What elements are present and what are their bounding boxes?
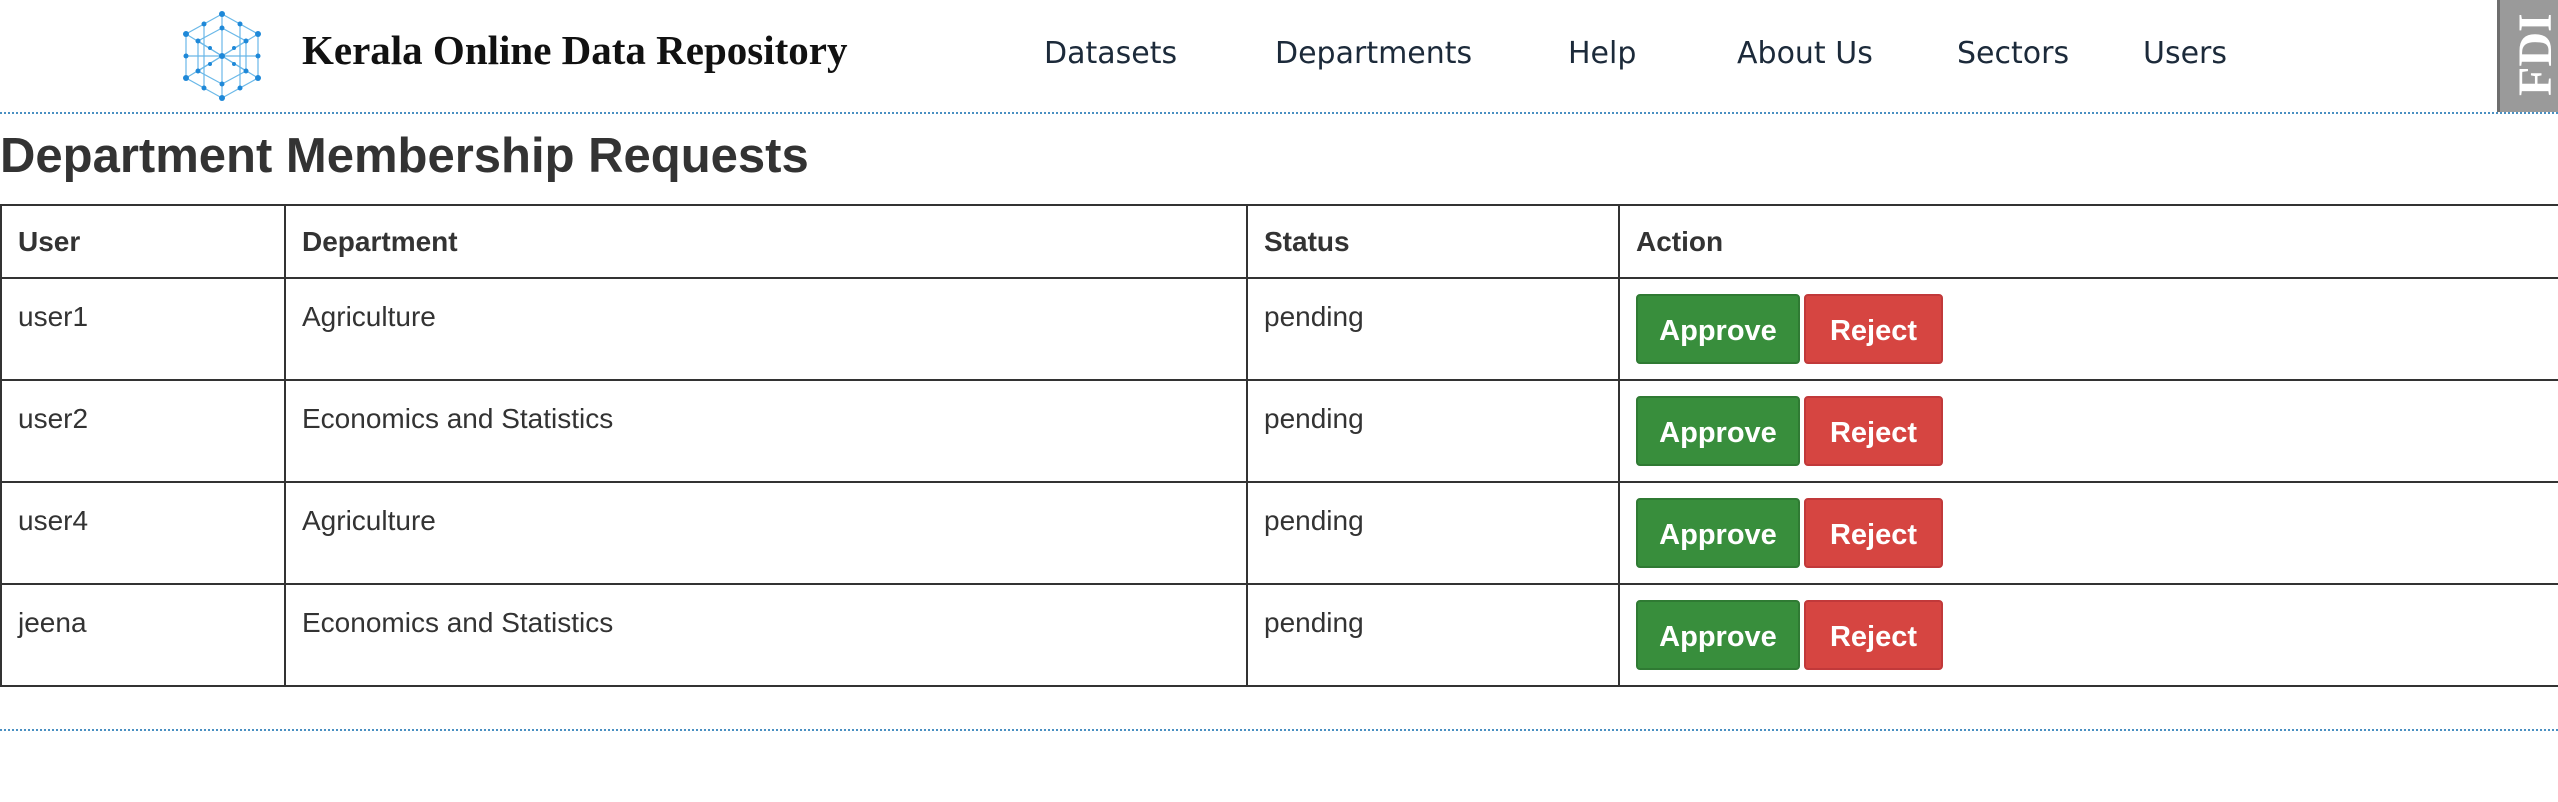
nav-sectors[interactable]: Sectors <box>1957 36 2069 71</box>
cell-department: Economics and Statistics <box>284 379 1248 483</box>
cell-action: Approve Reject <box>1618 583 2558 687</box>
table-header-row: User Department Status Action <box>0 204 2558 279</box>
approve-button[interactable]: Approve <box>1636 498 1800 568</box>
nav-help[interactable]: Help <box>1568 36 1636 71</box>
nav-datasets[interactable]: Datasets <box>1044 36 1177 71</box>
cell-user: jeena <box>0 583 286 687</box>
nav-departments[interactable]: Departments <box>1275 36 1472 71</box>
cell-user: user4 <box>0 481 286 585</box>
column-header-action: Action <box>1618 204 2558 279</box>
cell-action: Approve Reject <box>1618 481 2558 585</box>
cell-department: Economics and Statistics <box>284 583 1248 687</box>
table-row: user2 Economics and Statistics pending A… <box>0 379 2558 483</box>
table-row: user4 Agriculture pending Approve Reject <box>0 481 2558 585</box>
reject-button[interactable]: Reject <box>1804 396 1943 466</box>
reject-button[interactable]: Reject <box>1804 294 1943 364</box>
cell-status: pending <box>1246 481 1620 585</box>
cell-status: pending <box>1246 277 1620 381</box>
table-row: user1 Agriculture pending Approve Reject <box>0 277 2558 381</box>
reject-button[interactable]: Reject <box>1804 498 1943 568</box>
site-header: Kerala Online Data Repository Datasets D… <box>0 0 2558 114</box>
cell-user: user2 <box>0 379 286 483</box>
cell-user: user1 <box>0 277 286 381</box>
column-header-status: Status <box>1246 204 1620 279</box>
side-feedback-tab[interactable]: FDI <box>2497 0 2558 112</box>
nav-about-us[interactable]: About Us <box>1737 36 1873 71</box>
footer-divider <box>0 729 2558 731</box>
approve-button[interactable]: Approve <box>1636 294 1800 364</box>
page-title: Department Membership Requests <box>0 129 809 183</box>
site-title[interactable]: Kerala Online Data Repository <box>302 26 847 74</box>
column-header-department: Department <box>284 204 1248 279</box>
cell-status: pending <box>1246 583 1620 687</box>
network-globe-icon[interactable] <box>172 10 272 102</box>
cell-action: Approve Reject <box>1618 379 2558 483</box>
membership-requests-table: User Department Status Action user1 Agri… <box>0 204 2558 687</box>
cell-status: pending <box>1246 379 1620 483</box>
cell-action: Approve Reject <box>1618 277 2558 381</box>
approve-button[interactable]: Approve <box>1636 396 1800 466</box>
cell-department: Agriculture <box>284 277 1248 381</box>
nav-users[interactable]: Users <box>2143 36 2227 71</box>
cell-department: Agriculture <box>284 481 1248 585</box>
approve-button[interactable]: Approve <box>1636 600 1800 670</box>
reject-button[interactable]: Reject <box>1804 600 1943 670</box>
table-row: jeena Economics and Statistics pending A… <box>0 583 2558 687</box>
side-feedback-tab-label: FDI <box>2509 13 2558 96</box>
column-header-user: User <box>0 204 286 279</box>
